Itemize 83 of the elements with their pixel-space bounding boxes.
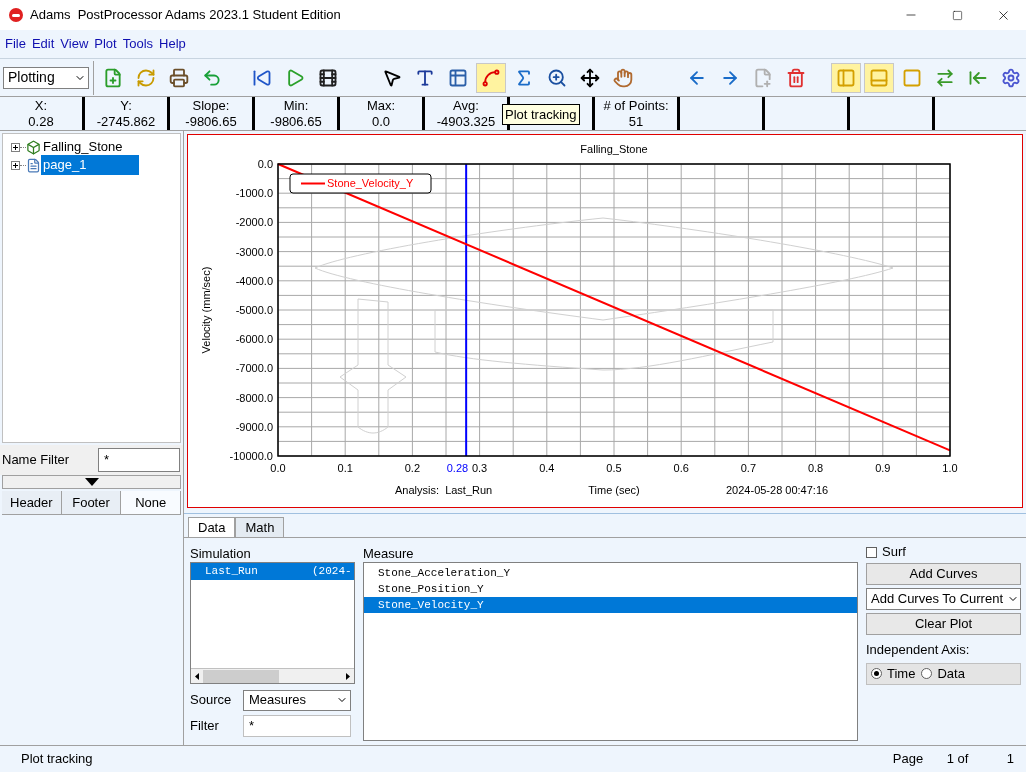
section-label: Simulation — [190, 545, 252, 562]
status-message: Plot tracking — [21, 750, 94, 769]
x-axis-label: Time (sec) — [588, 484, 640, 496]
panel-tab[interactable]: Math — [235, 517, 285, 537]
x-tick-label: 0.2 — [404, 462, 421, 474]
readout-label: Min: — [283, 97, 309, 114]
tree-item[interactable]: page_1 — [41, 155, 139, 175]
y-tick-label: -3000.0 — [235, 245, 273, 258]
y-tick-label: -5000.0 — [235, 304, 273, 316]
y-axis-label: Velocity (mm/sec) — [200, 266, 212, 354]
checkbox-label: Surf — [882, 543, 906, 562]
readout-label: Y: — [120, 97, 132, 114]
tooltip: Plot tracking — [502, 104, 580, 125]
x-tick-label: 0.6 — [673, 462, 689, 474]
x-tick-label: 0.3 — [471, 462, 488, 474]
readout-value: -9806.65 — [270, 113, 322, 130]
page-number: 1 of — [946, 750, 970, 769]
x-tick-label: 0.0 — [270, 462, 286, 474]
readout-value: 0.0 — [371, 113, 391, 130]
name-filter-field[interactable]: * — [98, 448, 180, 472]
panel-tab[interactable]: Data — [188, 517, 236, 537]
x-tick-label: 1.0 — [942, 462, 958, 474]
x-tick-label: 0.8 — [807, 462, 824, 474]
analysis-label: Analysis: Last_Run — [395, 484, 493, 496]
readout-label: # of Points: — [603, 97, 669, 114]
simulation-item[interactable]: Last_Run (2024- — [191, 563, 354, 580]
add-curves-button[interactable]: Add Curves — [866, 563, 1021, 585]
x-tick-label: 0.1 — [337, 462, 353, 474]
measure-item[interactable]: Stone_Position_Y — [364, 581, 857, 597]
menu-item[interactable]: Help — [159, 34, 186, 54]
measure-item[interactable]: Stone_Velocity_Y — [364, 597, 857, 613]
add-mode-dropdown[interactable]: Add Curves To Current — [866, 588, 1021, 610]
y-tick-label: -6000.0 — [235, 333, 273, 346]
window-title: Adams PostProcessor Adams 2023.1 Student Edition — [30, 6, 341, 25]
layout-tab[interactable]: None — [121, 491, 181, 514]
menu-item[interactable]: View — [60, 34, 89, 54]
y-tick-label: -8000.0 — [235, 391, 273, 404]
filter-field[interactable]: * — [243, 715, 351, 737]
field-label: Name Filter — [2, 451, 71, 470]
clear-plot-button[interactable]: Clear Plot — [866, 613, 1021, 635]
mode-dropdown[interactable]: Plotting — [3, 66, 90, 89]
readout-value: 51 — [628, 113, 644, 130]
y-tick-label: -10000.0 — [229, 450, 273, 462]
layout-tab[interactable]: Footer — [61, 491, 122, 514]
section-label: Independent Axis: — [866, 641, 971, 659]
y-tick-label: -2000.0 — [235, 216, 273, 229]
x-tick-label: 0.4 — [539, 462, 555, 474]
x-tick-label: 0.5 — [606, 462, 622, 474]
y-tick-label: -4000.0 — [235, 274, 273, 287]
readout-label: Max: — [366, 97, 396, 114]
measure-item[interactable]: Stone_Acceleration_Y — [364, 565, 857, 581]
x-tick-label: 0.9 — [875, 462, 891, 474]
chart-legend: Stone_Velocity_Y — [289, 173, 432, 194]
y-tick-label: 0.0 — [257, 158, 273, 170]
menu-item[interactable]: Edit — [31, 34, 55, 54]
layout-tab[interactable]: Header — [2, 491, 62, 514]
readout-label: Slope: — [192, 97, 230, 114]
readout-value: -4903.325 — [436, 113, 496, 130]
tree-item[interactable]: Falling_Stone — [41, 137, 125, 157]
readout-value: -2745.862 — [96, 113, 156, 130]
chart-title: Falling_Stone — [580, 143, 648, 155]
legend-label: Stone_Velocity_Y — [327, 177, 414, 189]
readout-value: 0.28 — [28, 113, 54, 130]
readout-label: Avg: — [453, 97, 479, 114]
section-label: Measure — [363, 545, 415, 562]
y-tick-label: -7000.0 — [235, 362, 273, 375]
timestamp: 2024-05-28 00:47:16 — [726, 484, 829, 496]
source-dropdown[interactable]: Measures — [243, 689, 351, 711]
readout-value: -9806.65 — [185, 113, 237, 130]
menu-item[interactable]: Plot — [94, 34, 117, 54]
radio-label: Data — [937, 664, 965, 683]
y-tick-label: -9000.0 — [235, 420, 273, 433]
cursor-label: 0.28 — [446, 462, 469, 474]
menu-item[interactable]: File — [5, 34, 26, 54]
radio-label: Time — [887, 664, 916, 683]
x-tick-label: 0.7 — [740, 462, 757, 474]
field-label: Filter — [190, 717, 220, 736]
field-label: Source — [190, 691, 233, 710]
readout-label: X: — [34, 97, 48, 114]
y-tick-label: -1000.0 — [235, 187, 273, 200]
menu-item[interactable]: Tools — [122, 34, 154, 54]
page-label: Page — [892, 750, 925, 769]
page-count: 1 — [1006, 750, 1014, 769]
